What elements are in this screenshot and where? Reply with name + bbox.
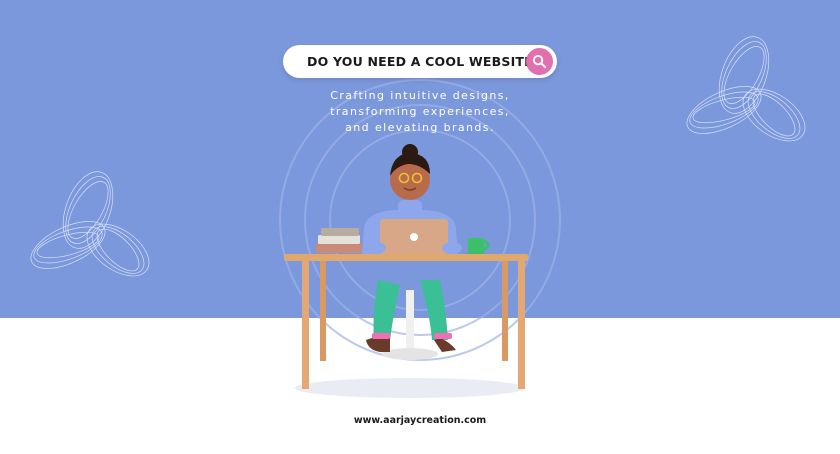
tagline-line-2: transforming experiences, [330,105,510,118]
book-top [321,228,359,236]
character-at-desk-illustration [284,144,528,398]
desk-leg-front-right [518,261,525,389]
mug [468,238,484,254]
website-url[interactable]: www.aarjaycreation.com [0,415,840,426]
chair-stem [406,290,414,352]
chair-base [382,348,438,360]
desk-leg-back-right [502,261,508,361]
left-arm [366,242,386,254]
desk-leg-back-left [320,261,326,361]
right-leg [420,280,448,340]
laptop-logo [410,233,418,241]
tagline-line-1: Crafting intuitive designs, [330,89,510,102]
right-arm [442,242,462,254]
floor-shadow [295,378,525,398]
search-icon [532,54,547,69]
search-bar[interactable]: DO YOU NEED A COOL WEBSITE ? [283,45,557,78]
wire-knot-decoration-left [30,171,150,277]
search-bar-text: DO YOU NEED A COOL WEBSITE ? [307,54,545,69]
desk-top [284,254,528,261]
desk-leg-front-left [302,261,309,389]
tagline-line-3: and elevating brands. [345,121,495,134]
left-sock [372,333,390,339]
left-leg [373,280,400,340]
right-shoe [434,338,456,352]
wire-knot-decoration-right [686,36,806,142]
book-bottom [316,243,362,253]
turtleneck [398,200,422,214]
tagline: Crafting intuitive designs, transforming… [300,88,540,136]
search-button[interactable] [526,48,553,75]
book-middle [318,235,360,244]
left-shoe [366,338,390,352]
hair-bun [402,144,418,160]
right-sock [434,333,452,339]
mug-handle [483,239,490,252]
